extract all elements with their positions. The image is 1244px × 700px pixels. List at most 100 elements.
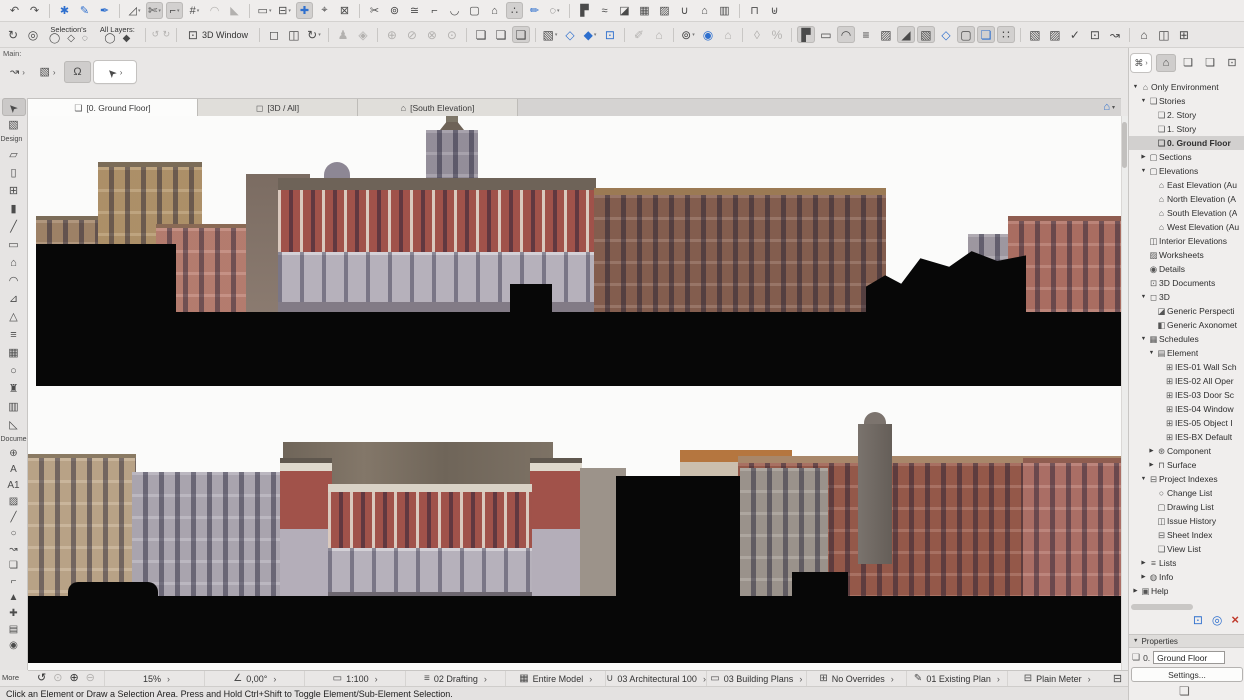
close-panel-icon[interactable]: × <box>1231 613 1239 626</box>
tree-expand-icon[interactable]: ▶ <box>1139 154 1148 160</box>
subtract-polygon-icon[interactable]: ◆ <box>581 26 599 43</box>
tree-item-change-list[interactable]: ○ Change List <box>1129 486 1244 500</box>
hotspot-tool[interactable]: ✚ <box>2 606 26 622</box>
copy-settings-icon[interactable]: ❏ <box>472 26 490 43</box>
roof-over-icon[interactable]: ⌂ <box>486 2 503 19</box>
paste-settings-icon[interactable]: ❏ <box>492 26 510 43</box>
column-tool[interactable]: ▮ <box>2 200 26 218</box>
worksheet-tool[interactable]: ▤ <box>2 622 26 638</box>
virtual-trace-icon[interactable]: ⊞ <box>1175 26 1193 43</box>
guide-lines-icon[interactable]: ◿ <box>126 2 143 19</box>
settings-button[interactable]: Settings... <box>1132 668 1242 681</box>
tree-item-ies-01[interactable]: ⊞ IES-01 Wall Sch <box>1129 360 1244 374</box>
dimension-box-icon[interactable]: ⌖ <box>316 2 333 19</box>
text-merge-icon[interactable]: ⊎ <box>766 2 783 19</box>
drawing-viewport[interactable] <box>28 116 1121 670</box>
scissors-icon[interactable]: ✂ <box>366 2 383 19</box>
roof-wizard-icon[interactable]: ≈ <box>596 2 613 19</box>
tree-item-0-ground-floor[interactable]: ❏ 0. Ground Floor <box>1129 136 1244 150</box>
fill-bucket-icon[interactable]: ⌂ <box>650 26 668 43</box>
publisher-button[interactable]: ⊡ <box>1222 54 1242 72</box>
canvas-vertical-scrollbar[interactable] <box>1121 116 1128 670</box>
layer-copy-icon[interactable]: ❏ <box>977 26 995 43</box>
arc-tool[interactable]: ○ <box>2 526 26 542</box>
tree-item-component[interactable]: ▶ ⊛ Component <box>1129 444 1244 458</box>
fillet-icon[interactable]: ◠ <box>206 2 223 19</box>
tree-item-west-elevation[interactable]: ⌂ West Elevation (Au <box>1129 220 1244 234</box>
filter-frame-icon[interactable]: ▧ <box>917 26 935 43</box>
trim-icon[interactable]: ✄ <box>146 2 163 19</box>
pickup-parameters-icon[interactable]: ⊚ <box>386 2 403 19</box>
arc-segment-icon[interactable]: ◡ <box>446 2 463 19</box>
beam-tool[interactable]: ╱ <box>2 218 26 236</box>
pet-palette-button[interactable]: ↝ <box>4 61 31 83</box>
ratio-icon[interactable]: ∷ <box>997 26 1015 43</box>
dimension-standard-segment[interactable]: ∪ 03 Architectural 100 <box>605 671 705 686</box>
fit-in-window-icon[interactable]: ⊘ <box>403 26 421 43</box>
view-map-button[interactable]: ❏ <box>1178 54 1198 72</box>
spell-check-icon[interactable]: ✓ <box>1066 26 1084 43</box>
scale-segment[interactable]: ▭ 1:100 <box>304 671 404 686</box>
layers-solid-icon[interactable]: ◆ <box>123 34 131 44</box>
chamfer-icon[interactable]: ◣ <box>226 2 243 19</box>
frame-icon[interactable]: ▢ <box>466 2 483 19</box>
tree-item-issue-history[interactable]: ◫ Issue History <box>1129 514 1244 528</box>
hatch-panel-icon[interactable]: ▨ <box>656 2 673 19</box>
label-tool[interactable]: A1 <box>2 478 26 494</box>
text-tool[interactable]: A <box>2 462 26 478</box>
zone-tool[interactable]: ○ <box>2 362 26 380</box>
object-tool[interactable]: ♜ <box>2 380 26 398</box>
magic-wand-select-icon[interactable]: ✱ <box>56 2 73 19</box>
tree-expand-icon[interactable]: ▶ <box>1139 560 1148 566</box>
camera-icon[interactable]: ⊚ <box>679 26 697 43</box>
tree-expand-icon[interactable]: ▼ <box>1139 98 1148 104</box>
window-tool[interactable]: ⊞ <box>2 182 26 200</box>
restore-panel-icon[interactable]: ❏ <box>1179 684 1190 698</box>
tree-item-sheet-index[interactable]: ⊟ Sheet Index <box>1129 528 1244 542</box>
cursor-tool-button[interactable]: ➤ <box>94 61 136 83</box>
pencil-icon[interactable]: ✎ <box>76 2 93 19</box>
camera-path-icon[interactable]: ◉ <box>699 26 717 43</box>
orbit-status-icon[interactable]: ↺ <box>37 673 46 684</box>
more-tools-label[interactable]: More <box>2 673 19 682</box>
orbit-mode-icon[interactable]: ↻ <box>305 26 323 43</box>
find-related-icon[interactable]: ◎ <box>1212 614 1222 626</box>
select-all-frame-icon[interactable]: ▧ <box>1026 26 1044 43</box>
section-tool[interactable]: ⌐ <box>2 574 26 590</box>
layer-combination-segment[interactable]: ≡ 02 Drafting <box>405 671 505 686</box>
tree-expand-icon[interactable]: ▶ <box>1147 448 1156 454</box>
wall-tool[interactable]: ▱ <box>2 146 26 164</box>
tree-item-stories[interactable]: ▼ ❏ Stories <box>1129 94 1244 108</box>
properties-header[interactable]: ▼ Properties <box>1129 634 1244 648</box>
previous-view-icon[interactable]: ⊙ <box>443 26 461 43</box>
tree-item-ies-04[interactable]: ⊞ IES-04 Window <box>1129 402 1244 416</box>
dimension-tool[interactable]: ⊕ <box>2 446 26 462</box>
interactive-legend-icon[interactable]: ◫ <box>1155 26 1173 43</box>
save-view-icon[interactable]: ⊡ <box>601 26 619 43</box>
marquee-box-icon[interactable]: ▭ <box>256 2 273 19</box>
tree-item-ies-02[interactable]: ⊞ IES-02 All Oper <box>1129 374 1244 388</box>
slab-panel-icon[interactable]: ◪ <box>616 2 633 19</box>
tree-item-elevations[interactable]: ▼ ▢ Elevations <box>1129 164 1244 178</box>
walk-mode-icon[interactable]: ♟ <box>334 26 352 43</box>
curtain-wall-tool[interactable]: ▦ <box>2 344 26 362</box>
tree-item-sections[interactable]: ▶ ▢ Sections <box>1129 150 1244 164</box>
roof-tool[interactable]: ⌂ <box>2 254 26 272</box>
tree-expand-icon[interactable]: ▼ <box>1139 168 1148 174</box>
tree-item-3d-documents[interactable]: ⊡ 3D Documents <box>1129 276 1244 290</box>
orbit-view-icon[interactable]: ↻ <box>4 26 22 43</box>
renovation-existing-icon[interactable]: ▛ <box>797 26 815 43</box>
arrow-tool[interactable]: ➤ <box>2 98 26 116</box>
house-panel-icon[interactable]: ⌂ <box>696 2 713 19</box>
tree-item-worksheets[interactable]: ▨ Worksheets <box>1129 248 1244 262</box>
tree-item-lists[interactable]: ▶ ≡ Lists <box>1129 556 1244 570</box>
tree-expand-icon[interactable]: ▼ <box>1131 84 1140 90</box>
split-icon[interactable]: ⌐ <box>166 2 183 19</box>
tree-item-project-indexes[interactable]: ▼ ⊟ Project Indexes <box>1129 472 1244 486</box>
selection-show-icon[interactable]: ◯ <box>49 34 60 44</box>
save-current-view-icon[interactable]: ⊡ <box>1193 614 1203 626</box>
tree-expand-icon[interactable]: ▼ <box>1139 336 1148 342</box>
pen-icon[interactable]: ✒ <box>96 2 113 19</box>
zoom-out-icon[interactable]: ⊖ <box>86 673 95 684</box>
tree-item-drawing-list[interactable]: ▢ Drawing List <box>1129 500 1244 514</box>
